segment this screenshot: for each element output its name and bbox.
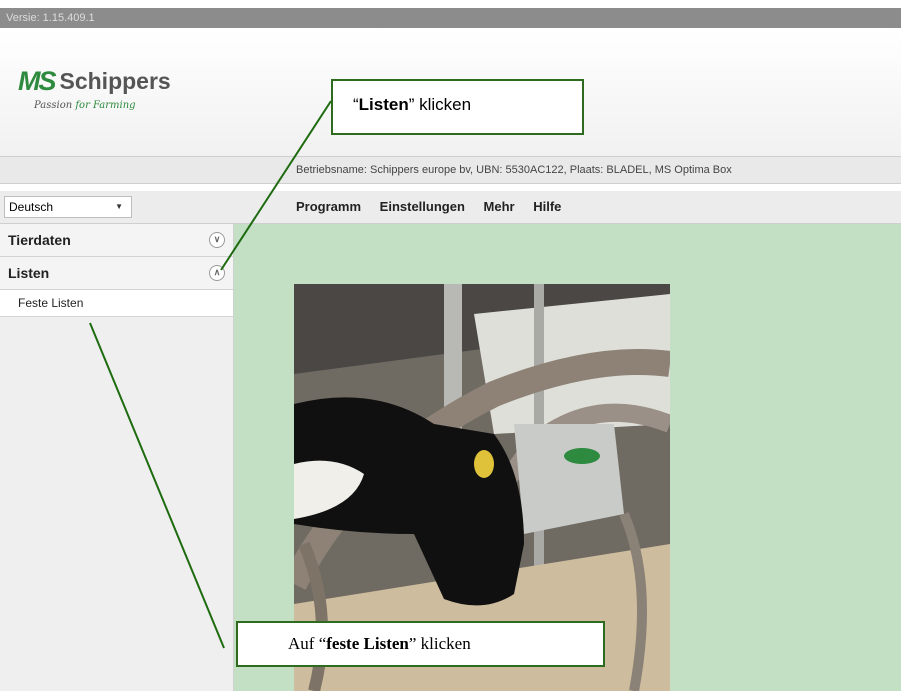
sidebar-item-label: Feste Listen: [18, 296, 84, 310]
callout-feste-listen: Auf “feste Listen” klicken: [236, 621, 605, 667]
company-info: Betriebsname: Schippers europe bv, UBN: …: [296, 164, 732, 176]
version-label: Versie: 1.15.409.1: [6, 12, 95, 24]
chevron-down-icon: ▼: [115, 202, 123, 211]
callout-post: ” klicken: [408, 634, 471, 653]
info-bar: Betriebsname: Schippers europe bv, UBN: …: [0, 156, 901, 184]
sidebar: Tierdaten ∨ Listen ∧ Feste Listen: [0, 224, 234, 691]
menu-bar: Deutsch ▼ Programm Einstellungen Mehr Hi…: [0, 191, 901, 224]
accordion-tierdaten[interactable]: Tierdaten ∨: [0, 224, 233, 257]
menu-programm[interactable]: Programm: [296, 199, 361, 214]
chevron-up-icon[interactable]: ∧: [209, 265, 225, 281]
callout-pre: Auf “: [288, 634, 327, 653]
chevron-down-icon[interactable]: ∨: [209, 232, 225, 248]
callout-feste-listen-text: Auf “feste Listen” klicken: [288, 634, 471, 654]
callout-listen: “Listen” klicken: [331, 79, 584, 135]
callout-rest: klicken: [414, 95, 472, 114]
logo-name: Schippers: [59, 68, 171, 94]
menu-mehr[interactable]: Mehr: [484, 199, 515, 214]
language-select[interactable]: Deutsch ▼: [4, 196, 132, 218]
menu-hilfe[interactable]: Hilfe: [533, 199, 561, 214]
logo: MS Schippers Passion for Farming: [18, 66, 171, 111]
accordion-label: Listen: [8, 265, 50, 281]
accordion-label: Tierdaten: [8, 232, 71, 248]
main-menu: Programm Einstellungen Mehr Hilfe: [296, 191, 576, 223]
sidebar-item-feste-listen[interactable]: Feste Listen: [0, 290, 233, 317]
logo-tagline: Passion for Farming: [34, 100, 136, 111]
version-bar: Versie: 1.15.409.1: [0, 8, 901, 28]
callout-keyword: feste Listen: [326, 634, 409, 653]
logo-mark: MS: [18, 66, 56, 96]
tagline-highlight: for Farming: [75, 100, 136, 111]
accordion-listen[interactable]: Listen ∧: [0, 257, 233, 290]
language-value: Deutsch: [9, 200, 54, 214]
callout-keyword: Listen: [358, 95, 409, 114]
menu-einstellungen[interactable]: Einstellungen: [380, 199, 465, 214]
tagline-start: Passion: [34, 100, 76, 111]
callout-listen-text: “Listen” klicken: [353, 95, 471, 115]
